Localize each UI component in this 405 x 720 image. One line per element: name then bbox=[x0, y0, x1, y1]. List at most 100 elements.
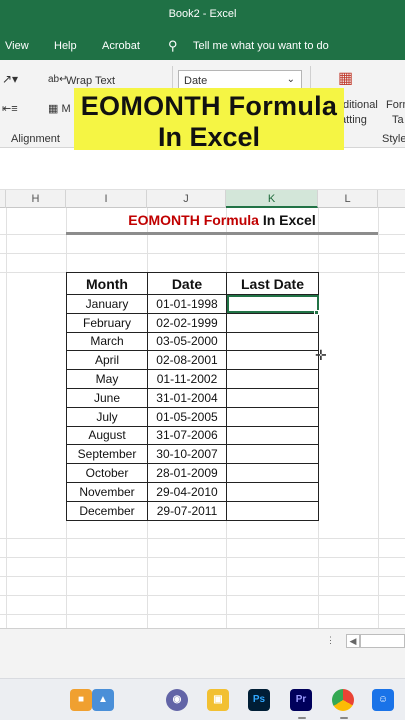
cell-last-date[interactable] bbox=[226, 463, 319, 483]
cell-last-date[interactable] bbox=[226, 425, 319, 446]
table-row: August 31-07-2006 bbox=[66, 425, 319, 446]
table-row: June 31-01-2004 bbox=[66, 387, 319, 408]
column-header-l[interactable]: L bbox=[318, 190, 378, 208]
formula-bar-area bbox=[0, 150, 405, 190]
sheet-title-red: EOMONTH Formula bbox=[128, 212, 259, 228]
cell-month[interactable]: August bbox=[66, 425, 148, 446]
sheet-tab-bar bbox=[0, 628, 405, 658]
teams-icon[interactable]: ◉ bbox=[166, 689, 188, 711]
conditional-formatting-label[interactable]: ditional bbox=[343, 99, 378, 111]
cell-last-date[interactable] bbox=[226, 444, 319, 465]
orientation-icon[interactable]: ↗▾ bbox=[2, 72, 18, 86]
conditional-formatting-icon[interactable]: ▦ bbox=[338, 68, 353, 88]
scroll-left-icon[interactable]: ◀ bbox=[346, 634, 360, 648]
window-title: Book2 - Excel bbox=[168, 8, 237, 20]
wrap-text-button[interactable]: Wrap Text bbox=[66, 75, 115, 87]
cell-date[interactable]: 29-07-2011 bbox=[147, 500, 227, 521]
cell-last-date[interactable] bbox=[226, 350, 319, 371]
gridline bbox=[0, 538, 405, 539]
gridline bbox=[0, 253, 405, 254]
gridline bbox=[0, 557, 405, 558]
header-date[interactable]: Date bbox=[147, 272, 227, 295]
column-header-j[interactable]: J bbox=[147, 190, 226, 208]
gridline bbox=[0, 614, 405, 615]
cell-month[interactable]: October bbox=[66, 463, 148, 483]
cell-last-date[interactable] bbox=[226, 369, 319, 389]
header-month[interactable]: Month bbox=[66, 272, 148, 295]
title-bar: Book2 - Excel bbox=[0, 0, 405, 32]
overlay-line-1: EOMONTH Formula bbox=[80, 91, 338, 121]
sheet-title: EOMONTH Formula In Excel bbox=[66, 212, 378, 234]
cell-last-date[interactable] bbox=[226, 500, 319, 521]
cell-month[interactable]: February bbox=[66, 312, 148, 333]
cell-date[interactable]: 31-07-2006 bbox=[147, 425, 227, 446]
cell-last-date[interactable] bbox=[226, 387, 319, 408]
column-header-h[interactable]: H bbox=[6, 190, 66, 208]
table-row: March 03-05-2000 bbox=[66, 331, 319, 352]
format-as-table-label[interactable]: Form bbox=[386, 99, 405, 111]
month-date-table: Month Date Last Date January 01-01-1998 Fe… bbox=[66, 272, 319, 521]
chevron-down-icon: ⌄ bbox=[286, 74, 295, 85]
cell-last-date[interactable] bbox=[226, 312, 319, 333]
table-header-row: Month Date Last Date bbox=[66, 272, 319, 295]
column-headers: H I J K L bbox=[0, 190, 405, 208]
format-as-table-label-2[interactable]: Ta bbox=[392, 114, 404, 126]
gridline bbox=[6, 208, 7, 628]
cell-date[interactable]: 01-11-2002 bbox=[147, 369, 227, 389]
scroll-dots-icon: ⋮ bbox=[326, 635, 335, 645]
photoshop-icon[interactable]: Ps bbox=[248, 689, 270, 711]
horizontal-scrollbar[interactable] bbox=[360, 634, 405, 648]
column-header-k[interactable]: K bbox=[226, 190, 318, 208]
cell-month[interactable]: May bbox=[66, 369, 148, 389]
accessibility-icon[interactable]: ☺ bbox=[372, 689, 394, 711]
cell-date[interactable]: 01-05-2005 bbox=[147, 406, 227, 427]
cell-month[interactable]: June bbox=[66, 387, 148, 408]
cell-month[interactable]: November bbox=[66, 481, 148, 502]
active-indicator bbox=[340, 717, 348, 719]
widgets-icon-2[interactable]: ▲ bbox=[92, 689, 114, 711]
menu-bar: View Help Acrobat ⚲ Tell me what you wan… bbox=[0, 32, 405, 60]
conditional-formatting-label-2[interactable]: atting bbox=[340, 114, 367, 126]
column-header-i[interactable]: I bbox=[66, 190, 147, 208]
cell-date[interactable]: 02-02-1999 bbox=[147, 312, 227, 333]
cell-date[interactable]: 02-08-2001 bbox=[147, 350, 227, 371]
table-row: September 30-10-2007 bbox=[66, 444, 319, 465]
video-title-overlay: EOMONTH Formula In Excel bbox=[74, 88, 344, 154]
cell-month[interactable]: September bbox=[66, 444, 148, 465]
group-styles-label: Style bbox=[382, 133, 405, 145]
cell-last-date[interactable] bbox=[226, 481, 319, 502]
menu-help[interactable]: Help bbox=[54, 40, 77, 52]
sheet-title-dark: In Excel bbox=[262, 212, 316, 228]
cell-month[interactable]: April bbox=[66, 350, 148, 371]
premiere-icon[interactable]: Pr bbox=[290, 689, 312, 711]
cell-date[interactable]: 01-01-1998 bbox=[147, 294, 227, 314]
cell-month[interactable]: March bbox=[66, 331, 148, 352]
cell-date[interactable]: 03-05-2000 bbox=[147, 331, 227, 352]
tell-me-search[interactable]: Tell me what you want to do bbox=[193, 40, 329, 52]
menu-acrobat[interactable]: Acrobat bbox=[102, 40, 140, 52]
table-row: October 28-01-2009 bbox=[66, 463, 319, 483]
header-last-date[interactable]: Last Date bbox=[226, 272, 319, 295]
overlay-line-2: In Excel bbox=[157, 122, 261, 152]
fill-handle[interactable] bbox=[314, 310, 319, 315]
cell-date[interactable]: 28-01-2009 bbox=[147, 463, 227, 483]
cell-date[interactable]: 29-04-2010 bbox=[147, 481, 227, 502]
indent-icon[interactable]: ⇤≡ bbox=[2, 102, 18, 115]
wrap-text-icon: ab↵ bbox=[48, 74, 68, 85]
cell-month[interactable]: January bbox=[66, 294, 148, 314]
cell-month[interactable]: July bbox=[66, 406, 148, 427]
cell-last-date[interactable] bbox=[226, 294, 319, 314]
widgets-icon[interactable]: ■ bbox=[70, 689, 92, 711]
chrome-icon[interactable] bbox=[332, 689, 354, 711]
cell-date[interactable]: 30-10-2007 bbox=[147, 444, 227, 465]
cell-last-date[interactable] bbox=[226, 331, 319, 352]
menu-view[interactable]: View bbox=[5, 40, 29, 52]
cell-month[interactable]: December bbox=[66, 500, 148, 521]
cell-date[interactable]: 31-01-2004 bbox=[147, 387, 227, 408]
active-indicator bbox=[298, 717, 306, 719]
merge-icon[interactable]: ▦ M bbox=[48, 102, 71, 115]
file-explorer-icon[interactable]: ▣ bbox=[207, 689, 229, 711]
sheet-title-underline bbox=[66, 232, 378, 235]
cell-last-date[interactable] bbox=[226, 406, 319, 427]
table-row: April 02-08-2001 bbox=[66, 350, 319, 371]
